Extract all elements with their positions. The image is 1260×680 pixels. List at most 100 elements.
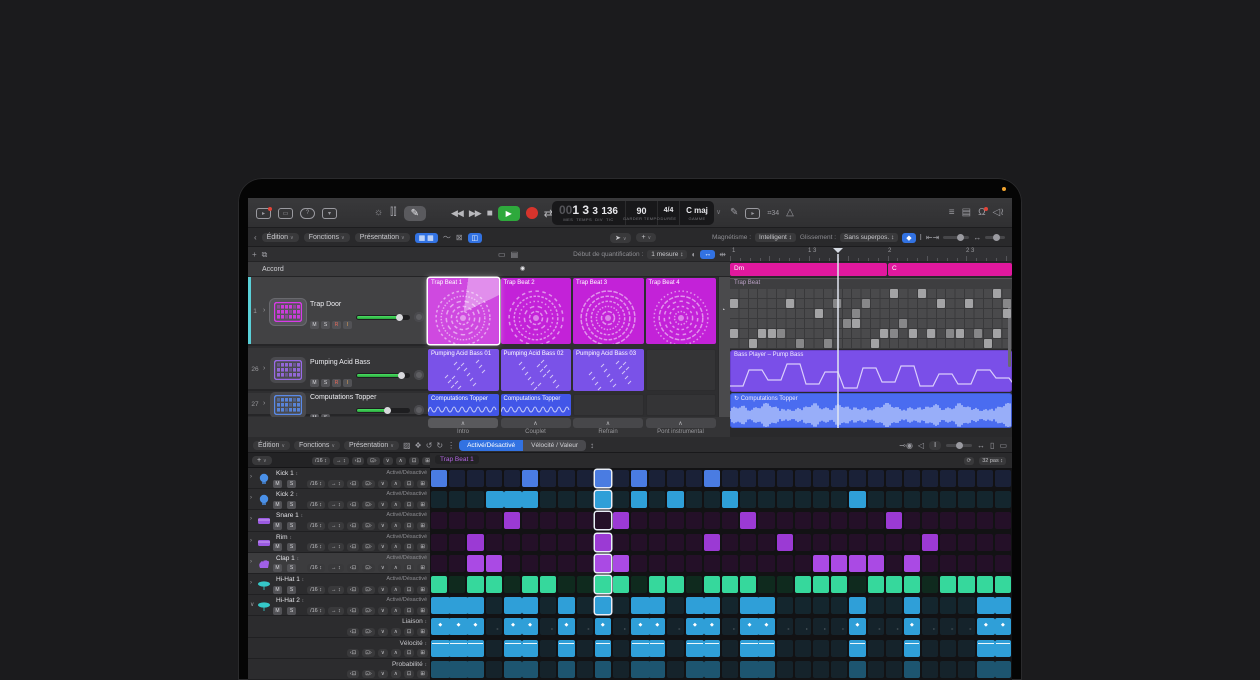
- step-on[interactable]: [686, 597, 705, 614]
- back-icon[interactable]: ‹: [254, 233, 257, 242]
- step-on[interactable]: [704, 597, 720, 614]
- pan-knob[interactable]: [414, 405, 424, 415]
- step-off[interactable]: [540, 512, 556, 529]
- row-decrement[interactable]: ∨: [378, 564, 388, 572]
- step-on[interactable]: [795, 576, 811, 593]
- track-header-computations-topper[interactable]: 27›Computations TopperMS: [248, 393, 428, 416]
- step-off[interactable]: [795, 470, 811, 487]
- step-on[interactable]: [467, 555, 483, 572]
- step-off[interactable]: [558, 512, 574, 529]
- step-off[interactable]: [522, 534, 538, 551]
- edit-mode-velocity[interactable]: Vélocité / Valeur: [523, 440, 586, 451]
- row-mute-button[interactable]: M: [273, 543, 282, 551]
- row-decrement[interactable]: ∨: [378, 649, 388, 657]
- step-off[interactable]: [540, 597, 556, 614]
- row-rotate-right[interactable]: ⊡›: [362, 670, 374, 678]
- row-square1[interactable]: ⊡: [404, 649, 415, 657]
- step-off[interactable]: [831, 640, 847, 657]
- menu-edition[interactable]: Édition ∨: [262, 233, 299, 242]
- step-on[interactable]: [504, 597, 523, 614]
- disclosure-icon[interactable]: ›: [263, 400, 265, 407]
- step-off[interactable]: [431, 555, 447, 572]
- step-on[interactable]: [522, 640, 538, 657]
- step-off[interactable]: [540, 534, 556, 551]
- v-zoom-slider[interactable]: [985, 236, 1005, 239]
- step-off[interactable]: [813, 512, 829, 529]
- step-on[interactable]: [831, 576, 847, 593]
- step-off[interactable]: ▸: [922, 618, 938, 635]
- step-off[interactable]: [504, 555, 520, 572]
- row-square1[interactable]: ⊡: [404, 522, 415, 530]
- step-on[interactable]: [849, 661, 865, 678]
- step-off[interactable]: [577, 470, 593, 487]
- step-off[interactable]: [795, 661, 811, 678]
- step-off[interactable]: [449, 576, 465, 593]
- step-on[interactable]: [904, 597, 920, 614]
- editor-menu-fonctions[interactable]: Fonctions ∨: [294, 441, 340, 450]
- row-rotate-left[interactable]: ‹⊡: [347, 543, 359, 551]
- step-off[interactable]: [904, 512, 920, 529]
- row-square2[interactable]: ⊞: [417, 522, 428, 530]
- step-on[interactable]: [722, 491, 738, 508]
- step-off[interactable]: [813, 640, 829, 657]
- step-on[interactable]: [922, 534, 938, 551]
- disclosure-icon[interactable]: ›: [263, 365, 265, 372]
- step-on[interactable]: [849, 491, 865, 508]
- browser-icon[interactable]: ▤: [962, 208, 971, 218]
- step-off[interactable]: [958, 640, 974, 657]
- notifications-icon[interactable]: Ω: [978, 208, 985, 218]
- step-on[interactable]: [504, 512, 520, 529]
- step-off[interactable]: [449, 512, 465, 529]
- row-increment[interactable]: ∧: [391, 564, 401, 572]
- step-off[interactable]: [886, 597, 902, 614]
- step-on[interactable]: ◆: [758, 618, 774, 635]
- row-square1[interactable]: ⊡: [404, 501, 415, 509]
- track-header-pumping-acid-bass[interactable]: 26›Pumping Acid BassMSRI: [248, 348, 428, 391]
- step-on[interactable]: [449, 597, 468, 614]
- row-direction[interactable]: → ↕: [328, 501, 344, 509]
- step-on[interactable]: ◆: [595, 618, 611, 635]
- row-rate[interactable]: /16 ↕: [307, 607, 325, 615]
- step-on[interactable]: [704, 470, 720, 487]
- step-on[interactable]: [540, 576, 556, 593]
- row-disclosure-icon[interactable]: ›: [250, 474, 252, 480]
- step-off[interactable]: [795, 597, 811, 614]
- step-on[interactable]: ◆: [849, 618, 865, 635]
- step-off[interactable]: [758, 470, 774, 487]
- event-list-icon[interactable]: ≡: [949, 208, 955, 218]
- step-off[interactable]: [540, 491, 556, 508]
- row-square2[interactable]: ⊞: [417, 586, 428, 594]
- grid-divider-strip[interactable]: ◔ ■: [718, 277, 730, 437]
- step-off[interactable]: [922, 512, 938, 529]
- menu-presentation[interactable]: Présentation ∨: [355, 233, 410, 242]
- step-off[interactable]: [577, 661, 593, 678]
- step-on[interactable]: ◆: [431, 618, 450, 635]
- editor-zoom-slider[interactable]: [946, 444, 972, 447]
- step-off[interactable]: [922, 576, 938, 593]
- row-disclosure-icon[interactable]: ›: [250, 495, 252, 501]
- loop-length-icon[interactable]: ⟳: [964, 457, 975, 465]
- row-rotate-right[interactable]: ⊡›: [362, 522, 374, 530]
- step-off[interactable]: [922, 555, 938, 572]
- step-on[interactable]: ◆: [522, 618, 538, 635]
- chord-region-dm[interactable]: Dm: [730, 263, 887, 276]
- step-on[interactable]: [431, 661, 450, 678]
- loop-cell-computations-topper[interactable]: Computations Topper: [501, 394, 572, 416]
- step-off[interactable]: [667, 470, 683, 487]
- row-square1[interactable]: ⊡: [404, 628, 415, 636]
- step-on[interactable]: [704, 640, 720, 657]
- step-off[interactable]: [467, 512, 483, 529]
- step-off[interactable]: [486, 640, 502, 657]
- step-off[interactable]: [849, 512, 865, 529]
- row-square1[interactable]: ⊡: [404, 670, 415, 678]
- region-topper[interactable]: ↻ Computations Topper: [730, 393, 1012, 428]
- step-off[interactable]: [613, 597, 629, 614]
- step-off[interactable]: [958, 597, 974, 614]
- step-on[interactable]: ◆: [904, 618, 920, 635]
- step-on[interactable]: [431, 576, 447, 593]
- step-off[interactable]: ▸: [613, 618, 629, 635]
- step-on[interactable]: [431, 597, 450, 614]
- step-on[interactable]: [595, 555, 611, 572]
- track-r-button[interactable]: R: [332, 321, 341, 329]
- step-off[interactable]: [649, 555, 665, 572]
